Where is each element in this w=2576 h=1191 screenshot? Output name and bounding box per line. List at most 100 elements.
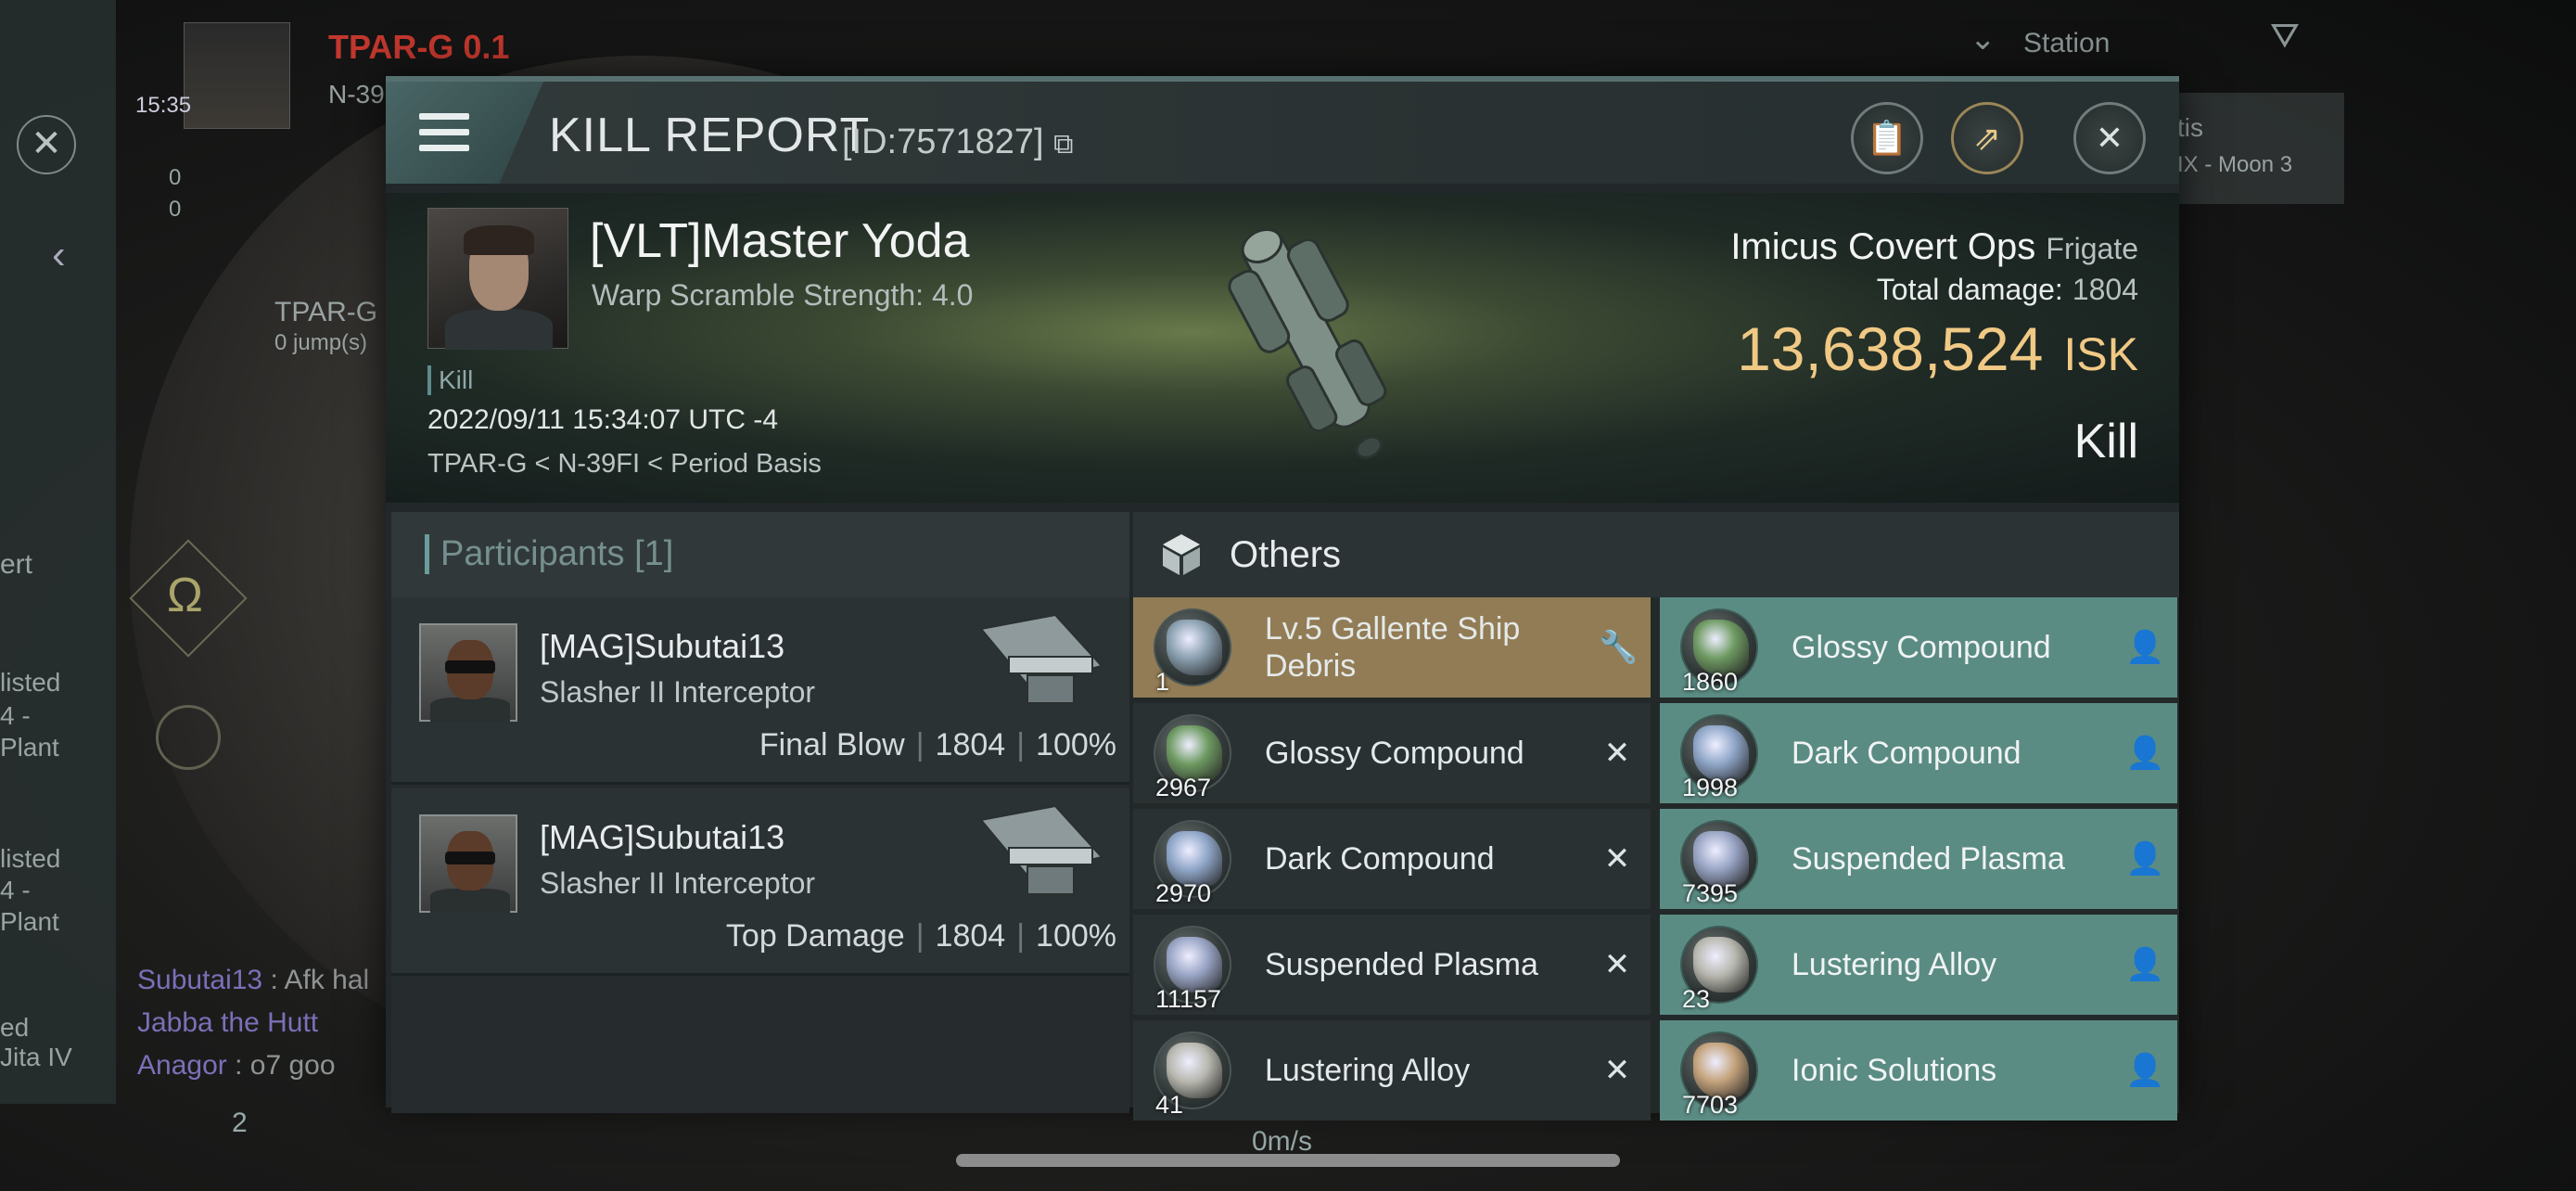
item-name: Lv.5 Gallente Ship Debris [1265, 611, 1521, 684]
others-panel: Others 1 Lv.5 Gallente Ship Debris 🔧 2967 Gl… [1133, 512, 2179, 1121]
item-image [1167, 831, 1222, 887]
victim-subtitle: Warp Scramble Strength: 4.0 [592, 278, 974, 312]
avatar-sunglasses [445, 660, 495, 673]
left-snippet: Plant [0, 733, 59, 762]
loot-item[interactable]: 7395 Suspended Plasma 👤 [1660, 809, 2177, 909]
item-name: Dark Compound [1792, 736, 2021, 771]
item-quantity: 2970 [1155, 879, 1212, 907]
total-damage-label: Total damage: [1876, 273, 2063, 306]
victim-ship-name[interactable]: Imicus Covert Ops Frigate [1730, 226, 2138, 268]
result-label: Kill [2073, 415, 2138, 468]
collapse-chevron-icon[interactable]: ‹ [52, 232, 66, 278]
left-snippet: listed [0, 668, 61, 697]
isk-unit: ISK [2063, 328, 2138, 380]
standing-b: 0 [169, 197, 182, 222]
victim-summary: [VLT]Master Yoda Warp Scramble Strength:… [386, 193, 2179, 503]
kill-location: TPAR-G < N-39FI < Period Basis [427, 449, 822, 479]
close-icon[interactable]: ✕ [2073, 102, 2146, 174]
participants-panel: Participants [1] [MAG]Subutai13 Slasher … [391, 512, 1129, 1113]
item-name: Dark Compound [1265, 841, 1495, 877]
person-icon: 👤 [2125, 736, 2165, 771]
kill-report-modal: KILL REPORT [ID:7571827] ⧉ 📋 ⇗ ✕ [VLT]Ma… [386, 76, 2179, 1121]
item-image [1167, 937, 1222, 992]
item-image [1693, 937, 1749, 992]
item-quantity: 41 [1155, 1091, 1184, 1119]
total-damage: Total damage: 1804 [1877, 273, 2138, 307]
left-snippet: 4 - [0, 876, 31, 904]
item-quantity: 23 [1682, 985, 1711, 1013]
avatar-body [445, 309, 553, 350]
target-ring-icon[interactable] [156, 705, 221, 770]
loot-item[interactable]: 2967 Glossy Compound ✕ [1133, 703, 1651, 803]
ship-class: Frigate [2046, 232, 2138, 265]
home-indicator[interactable] [956, 1154, 1620, 1167]
item-image [1693, 1043, 1749, 1098]
security-status: 0.1 [463, 28, 510, 66]
omega-icon[interactable]: Ω [167, 568, 203, 623]
speed-readout: 0m/s [1252, 1126, 1313, 1157]
participant-name: [MAG]Subutai13 [540, 627, 785, 665]
overview-filter-bar: ⌄ Station ⛛ [1927, 0, 2520, 88]
victim-name[interactable]: [VLT]Master Yoda [590, 213, 970, 269]
overview-tab-station[interactable]: Station [2023, 28, 2110, 59]
loot-item[interactable]: 2970 Dark Compound ✕ [1133, 809, 1651, 909]
chat-sender: Jabba the Hutt [137, 1007, 319, 1038]
participant-row[interactable]: [MAG]Subutai13 Slasher II Interceptor Fi… [391, 597, 1129, 785]
local-count[interactable]: 2 [232, 1108, 248, 1139]
item-name: Suspended Plasma [1792, 841, 2065, 877]
share-icon[interactable]: ⇗ [1951, 102, 2023, 174]
loot-item[interactable]: 23 Lustering Alloy 👤 [1660, 915, 2177, 1015]
participant-row[interactable]: [MAG]Subutai13 Slasher II Interceptor To… [391, 788, 1129, 976]
copy-icon[interactable]: ⧉ [1053, 129, 1073, 160]
participant-ship: Slasher II Interceptor [540, 866, 816, 900]
loot-item[interactable]: 11157 Suspended Plasma ✕ [1133, 915, 1651, 1015]
system-name[interactable]: TPAR-G 0.1 [328, 28, 509, 67]
item-quantity: 1860 [1682, 668, 1739, 696]
x-icon: ✕ [1603, 841, 1631, 877]
avatar-hair [464, 225, 534, 255]
isk-amount: 13,638,524 [1737, 314, 2044, 383]
loot-item[interactable]: 7703 Ionic Solutions 👤 [1660, 1020, 2177, 1121]
loot-item[interactable]: 41 Lustering Alloy ✕ [1133, 1020, 1651, 1121]
loot-item[interactable]: 1860 Glossy Compound 👤 [1660, 597, 2177, 698]
hamburger-icon [419, 113, 469, 152]
person-icon: 👤 [2125, 630, 2165, 665]
item-image [1167, 1043, 1222, 1098]
avatar-sunglasses [445, 852, 495, 864]
chat-feed[interactable]: Subutai13 : Afk hal Jabba the Hutt Anago… [137, 959, 369, 1087]
side-panel-close-icon[interactable]: ✕ [17, 115, 76, 174]
system-name-text: TPAR-G [328, 28, 454, 66]
chat-text: : o7 goo [226, 1050, 336, 1081]
filter-icon[interactable]: ⛛ [2270, 17, 2300, 57]
chat-sender: Subutai13 [137, 965, 263, 995]
kill-datetime: 2022/09/11 15:34:07 UTC -4 [427, 404, 779, 435]
item-name: Lustering Alloy [1265, 1053, 1471, 1088]
item-name: Glossy Compound [1792, 630, 2051, 665]
pilot-avatar[interactable] [184, 22, 290, 129]
item-quantity: 11157 [1155, 985, 1222, 1013]
item-image [1167, 725, 1222, 781]
menu-button[interactable] [386, 82, 543, 184]
chevron-down-icon[interactable]: ⌄ [1970, 20, 1996, 58]
participant-avatar[interactable] [419, 814, 517, 913]
participants-header: Participants [1] [391, 512, 1129, 597]
report-id-text: [ID:7571827] [842, 122, 1044, 161]
victim-avatar[interactable] [427, 208, 568, 350]
participant-avatar[interactable] [419, 623, 517, 722]
separator: | [915, 918, 925, 954]
overview-entry[interactable]: tis IX - Moon 3 [2177, 93, 2344, 204]
loot-item[interactable]: 1 Lv.5 Gallente Ship Debris 🔧 [1133, 597, 1651, 698]
standing-a: 0 [169, 165, 182, 190]
item-quantity: 2967 [1155, 774, 1212, 801]
person-icon: 👤 [2125, 947, 2165, 982]
item-quantity: 7395 [1682, 879, 1739, 907]
victim-ship-image [1228, 227, 1387, 459]
others-header: Others [1133, 512, 2179, 597]
loot-item[interactable]: 1998 Dark Compound 👤 [1660, 703, 2177, 803]
clipboard-icon[interactable]: 📋 [1851, 102, 1923, 174]
person-icon: 👤 [2125, 1053, 2165, 1088]
nav-target[interactable]: TPAR-G [274, 297, 377, 328]
report-id[interactable]: [ID:7571827] ⧉ [842, 122, 1074, 162]
cargo-box-icon [1163, 534, 1200, 575]
item-name: Lustering Alloy [1792, 947, 1997, 982]
